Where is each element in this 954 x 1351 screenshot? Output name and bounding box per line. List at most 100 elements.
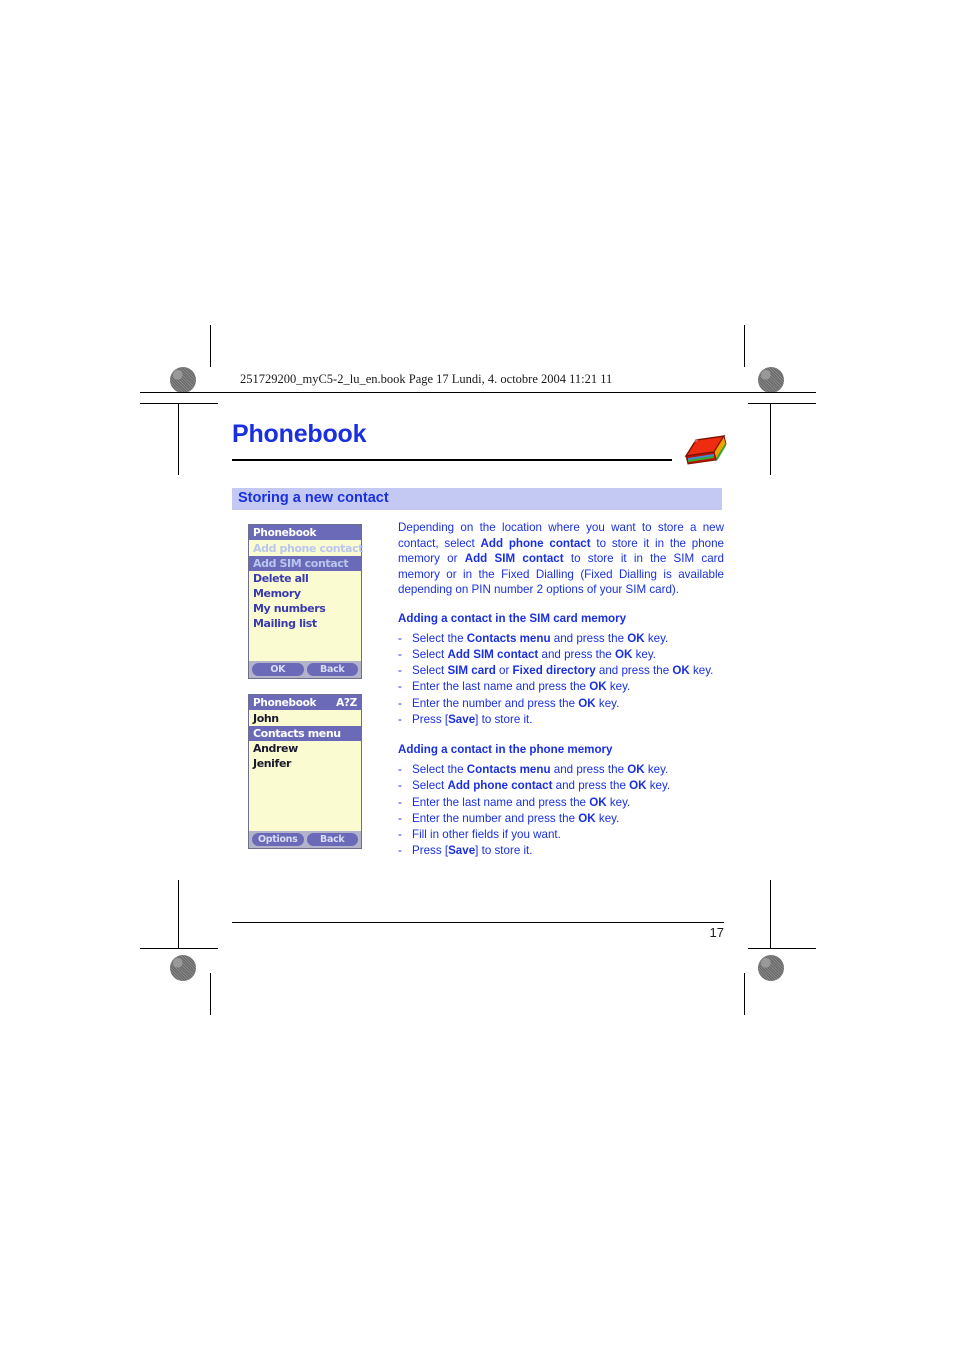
step-text: and press the (550, 762, 628, 776)
screen1-blank-row-2 (249, 646, 361, 661)
step-text: key. (595, 811, 620, 825)
step-bold: Contacts menu (466, 762, 551, 776)
step-text: ] to store it. (475, 844, 533, 858)
screen2-item-2[interactable]: Andrew (249, 741, 361, 756)
screen2-item-1[interactable]: Contacts menu (249, 726, 361, 741)
body-text-column: Depending on the location where you want… (398, 520, 724, 874)
step-text: Enter the number and press the (412, 811, 579, 825)
registration-mark-bottom-right (700, 951, 744, 995)
sim-section-heading: Adding a contact in the SIM card memory (398, 611, 627, 625)
registration-mark-bottom-center (454, 951, 498, 995)
step-text: key. (595, 696, 620, 710)
list-item: - Press [Save] to store it. (398, 712, 724, 728)
bullet-dash: - (398, 795, 402, 809)
screen1-item-1[interactable]: Add SIM contact (249, 556, 361, 571)
screen1-softkey-right[interactable]: Back (306, 663, 358, 676)
intro-paragraph: Depending on the location where you want… (398, 520, 724, 598)
phone-screen-mockup-2: Phonebook A?Z John Contacts menu Andrew … (248, 694, 362, 849)
list-item: - Select Add phone contact and press the … (398, 778, 724, 794)
step-bold: Save (448, 844, 476, 858)
header-rule (140, 392, 816, 393)
screen2-item-3[interactable]: Jenifer (249, 756, 361, 771)
screen2-blank-row-2 (249, 786, 361, 801)
bullet-dash: - (398, 680, 402, 694)
trim-line-left-upper-vertical (177, 403, 179, 475)
phone-section-steps: - Select the Contacts menu and press the … (398, 762, 724, 860)
screen1-softkey-left[interactable]: OK (252, 663, 304, 676)
screen2-blank-row-3 (249, 801, 361, 816)
step-text: Press [ (412, 844, 449, 858)
list-item: - Enter the last name and press the OK ke… (398, 679, 724, 695)
bullet-dash: - (398, 713, 402, 727)
screen1-list: Add phone contact Add SIM contact Delete… (249, 540, 363, 661)
step-text: Select the (412, 631, 467, 645)
screen2-softkey-left[interactable]: Options (252, 833, 304, 846)
bullet-dash: - (398, 647, 402, 661)
bullet-dash: - (398, 811, 402, 825)
screen2-item-0[interactable]: John (249, 711, 361, 726)
step-bold: Contacts menu (466, 631, 551, 645)
screen1-title-bar: Phonebook (249, 525, 361, 540)
halftone-patch-bottom-left (170, 955, 196, 981)
list-item: - Select the Contacts menu and press the … (398, 631, 724, 647)
step-bold: Fixed directory (512, 664, 596, 678)
step-bold: OK (672, 664, 690, 678)
step-text: and press the (552, 779, 630, 793)
step-text: Enter the last name and press the (412, 795, 590, 809)
page-title: Phonebook (232, 420, 367, 448)
screen2-softkey-bar: Options Back (249, 831, 361, 848)
bullet-dash: - (398, 631, 402, 645)
list-item: - Select Add SIM contact and press the OK… (398, 647, 724, 663)
list-item: - Enter the last name and press the OK ke… (398, 795, 724, 811)
screen1-item-0[interactable]: Add phone contact (249, 541, 363, 556)
screen2-softkey-right[interactable]: Back (306, 833, 358, 846)
step-text: Press [ (412, 713, 449, 727)
screen2-title-bar: Phonebook A?Z (249, 695, 361, 710)
title-underline (232, 459, 672, 461)
red-book-icon (680, 428, 728, 470)
bullet-dash: - (398, 779, 402, 793)
step-text: key. (646, 779, 671, 793)
screen1-item-4[interactable]: My numbers (249, 601, 361, 616)
list-item: - Press [Save] to store it. (398, 843, 724, 859)
step-text: and press the (550, 631, 628, 645)
registration-mark-top-left (200, 363, 244, 407)
list-item: - Enter the number and press the OK key. (398, 811, 724, 827)
screen1-item-3[interactable]: Memory (249, 586, 361, 601)
list-item: - Fill in other fields if you want. (398, 827, 724, 843)
screen2-title-right: A?Z (336, 696, 357, 709)
trim-line-right-lower-vertical (769, 880, 771, 948)
screen1-title-text: Phonebook (253, 526, 317, 539)
list-item: - Select SIM card or Fixed directory and … (398, 663, 724, 679)
screen1-item-5[interactable]: Mailing list (249, 616, 361, 631)
step-text: key. (644, 631, 669, 645)
sim-section-steps: - Select the Contacts menu and press the … (398, 631, 724, 729)
screen1-item-2[interactable]: Delete all (249, 571, 361, 586)
step-text: Enter the last name and press the (412, 680, 590, 694)
intro-bold-add-phone-contact: Add phone contact (480, 536, 591, 550)
trim-line-right-upper (748, 403, 816, 405)
step-bold: Add phone contact (447, 779, 553, 793)
registration-mark-right-middle (748, 648, 792, 692)
step-bold: Add SIM contact (447, 647, 539, 661)
step-text: key. (632, 647, 656, 661)
step-bold: OK (578, 696, 596, 710)
intro-bold-add-sim-contact: Add SIM contact (464, 552, 564, 566)
step-text: Fill in other fields if you want. (412, 828, 561, 842)
step-text: Select the (412, 762, 467, 776)
trim-line-left-lower-vertical (177, 880, 179, 948)
registration-mark-left-middle (156, 648, 200, 692)
step-text: Select (412, 647, 448, 661)
trim-line-top-left-vertical (210, 325, 212, 367)
trim-line-bottom-left-vertical (210, 973, 212, 1015)
trim-line-left-lower (140, 948, 218, 950)
screen1-softkey-bar: OK Back (249, 661, 361, 678)
step-text: key. (606, 680, 631, 694)
step-text: Select (412, 664, 448, 678)
step-bold: SIM card (447, 664, 496, 678)
screen2-list: John Contacts menu Andrew Jenifer (249, 710, 361, 831)
step-text: Select (412, 779, 448, 793)
step-bold: OK (589, 680, 607, 694)
registration-mark-top-right (700, 363, 744, 407)
step-bold: OK (614, 647, 633, 661)
